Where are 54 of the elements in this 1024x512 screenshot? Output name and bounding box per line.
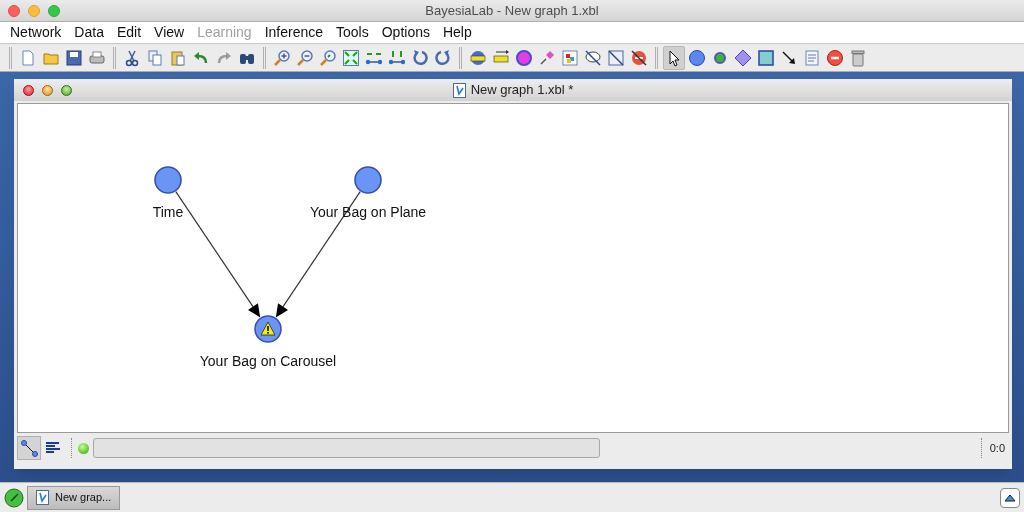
- zoom-in-icon: [273, 48, 291, 67]
- pin-icon: [538, 48, 556, 67]
- stop-icon: [826, 48, 844, 67]
- magnifier-icon: [319, 48, 337, 67]
- page-icon: [19, 48, 37, 67]
- graph-window-title: New graph 1.xbl *: [470, 81, 574, 100]
- note-icon: [803, 48, 821, 67]
- graph-mode-icon: [20, 439, 38, 457]
- no-note-icon: [607, 48, 625, 67]
- maximize-button[interactable]: [61, 84, 72, 96]
- node-circle[interactable]: [154, 166, 182, 194]
- trash-icon: [849, 48, 867, 67]
- pointer-button[interactable]: [663, 45, 685, 70]
- triangle-up-icon: [1004, 493, 1016, 502]
- spread-vertical-icon: [388, 48, 406, 67]
- menu-item[interactable]: Network: [4, 22, 68, 43]
- node-label: Time: [152, 204, 184, 220]
- cursor-position: 0:0: [988, 440, 1006, 456]
- no-comment-icon: [584, 48, 602, 67]
- close-button[interactable]: [23, 84, 34, 96]
- node-icon: [688, 48, 706, 67]
- view-mode-button[interactable]: [17, 436, 41, 460]
- node-circle[interactable]: [354, 166, 382, 194]
- document-icon: [36, 490, 49, 505]
- menu-item[interactable]: Data: [68, 22, 110, 43]
- menu-item[interactable]: Help: [436, 22, 478, 43]
- fit-to-window-icon: [342, 48, 360, 67]
- printer-icon: [88, 48, 106, 67]
- zoom-out-icon: [296, 48, 314, 67]
- rotate-left-icon: [411, 48, 429, 67]
- rotate-right-icon: [434, 48, 452, 67]
- menu-item[interactable]: View: [148, 22, 191, 43]
- status-light-icon: [78, 442, 89, 454]
- no-delete-icon: [630, 48, 648, 67]
- square-icon: [757, 48, 775, 67]
- minimize-button[interactable]: [42, 84, 53, 96]
- node-label-icon: [469, 48, 487, 67]
- menu-item[interactable]: Tools: [330, 22, 375, 43]
- scissors-icon: [123, 48, 141, 67]
- document-icon: [452, 82, 466, 98]
- taskbar-item[interactable]: New grap...: [27, 485, 121, 510]
- copy-icon: [146, 48, 164, 67]
- target-icon: [515, 48, 533, 67]
- node-label: Your Bag on Carousel: [199, 353, 337, 369]
- window-title: BayesiaLab - New graph 1.xbl: [425, 2, 599, 21]
- diamond-icon: [734, 48, 752, 67]
- menu-item[interactable]: Inference: [258, 22, 330, 43]
- menu-item[interactable]: Edit: [110, 22, 148, 43]
- image-icon: [561, 48, 579, 67]
- close-button[interactable]: [8, 4, 20, 17]
- menu-item[interactable]: Options: [375, 22, 436, 43]
- expand-button[interactable]: [1000, 487, 1020, 508]
- clipboard-icon: [169, 48, 187, 67]
- clock-icon[interactable]: [4, 487, 24, 508]
